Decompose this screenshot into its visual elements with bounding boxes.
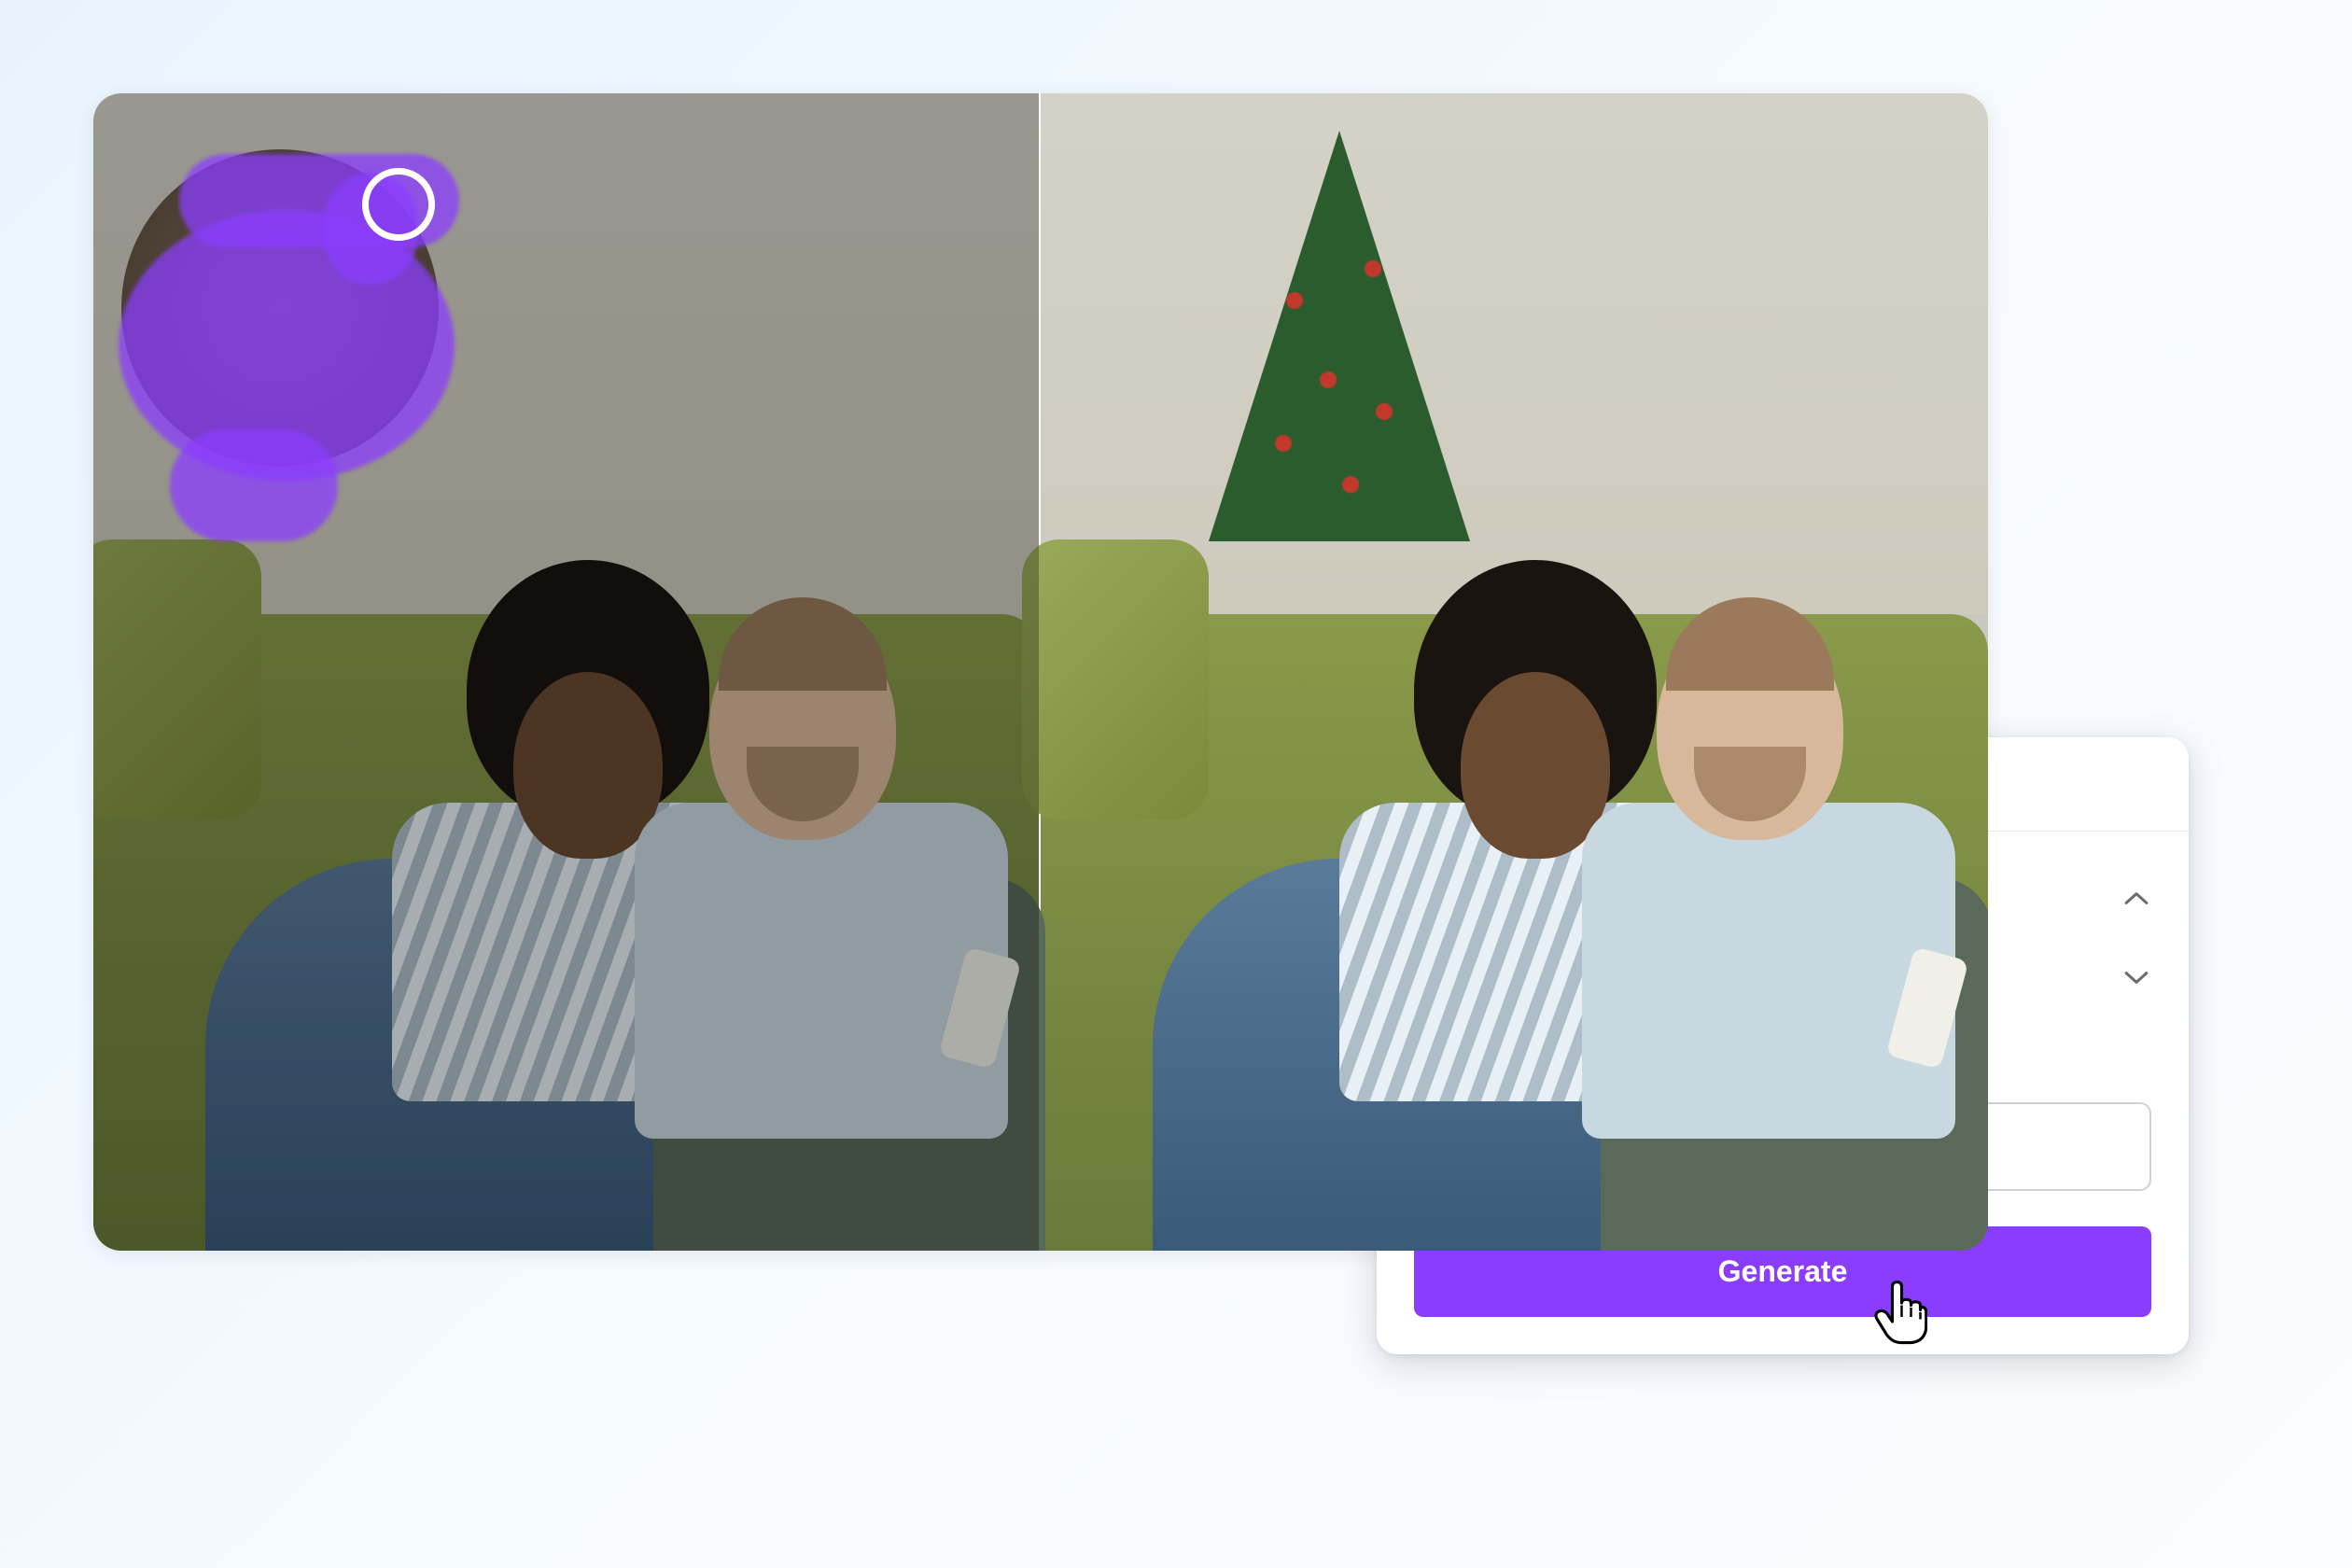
generated-image-panel[interactable] [1041, 93, 1988, 1251]
brush-cursor-icon [362, 168, 435, 241]
image-comparison [93, 93, 1988, 1251]
original-image-panel[interactable] [93, 93, 1041, 1251]
chevron-up-icon [2121, 883, 2151, 913]
pointer-cursor-icon [1871, 1280, 1927, 1345]
chevron-down-icon [2121, 963, 2151, 993]
generate-button-label: Generate [1718, 1254, 1848, 1288]
